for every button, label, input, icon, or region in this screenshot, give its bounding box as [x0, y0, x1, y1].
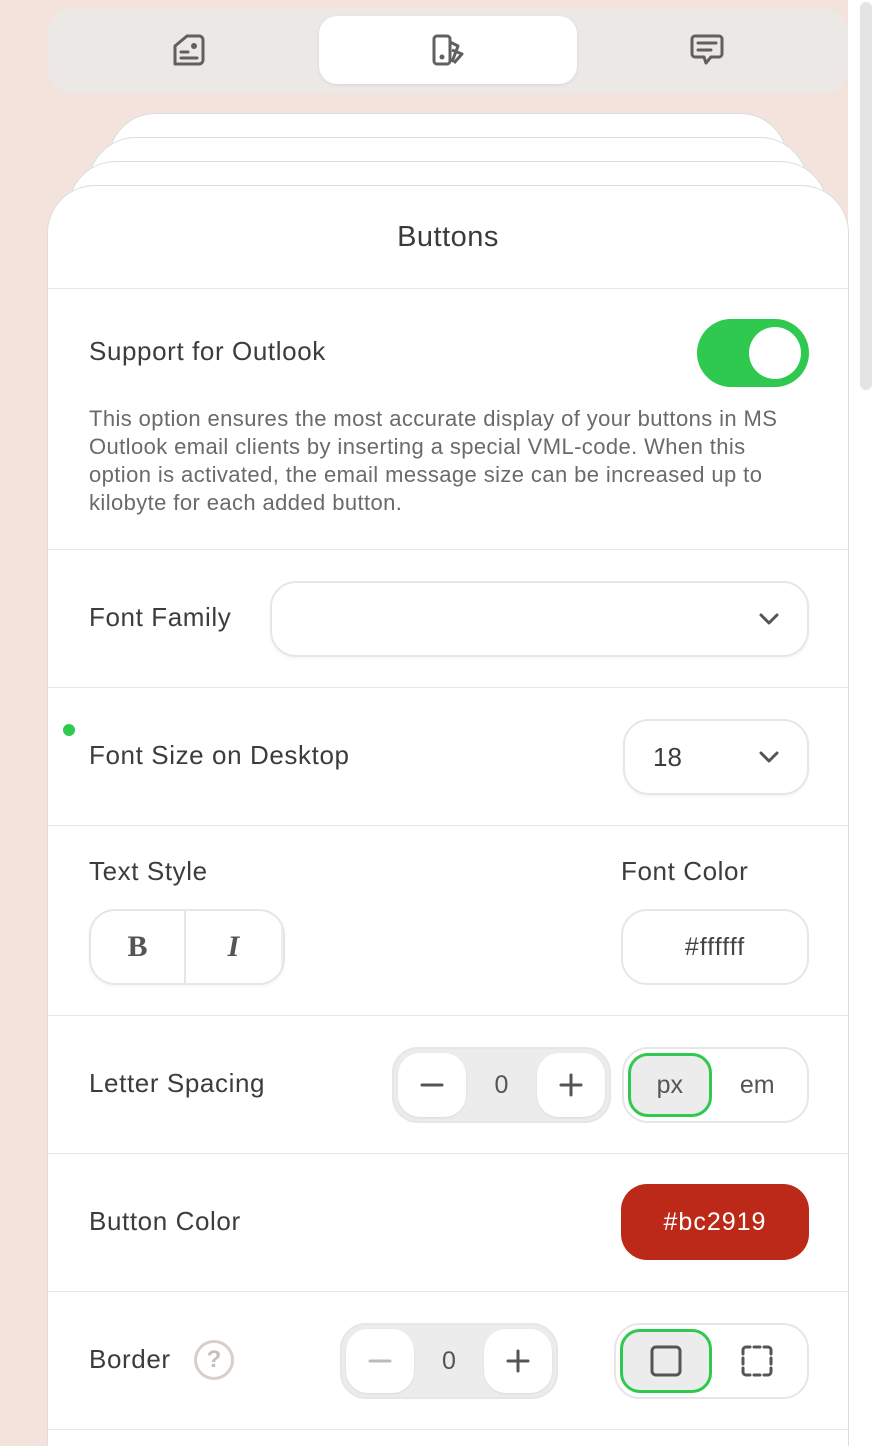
buttons-settings-panel: Buttons Support for Outlook This option …: [47, 185, 849, 1446]
plus-icon: [559, 1073, 583, 1097]
page: Buttons Support for Outlook This option …: [0, 0, 878, 1446]
minus-icon: [368, 1359, 392, 1363]
letter-spacing-label: Letter Spacing: [89, 1068, 266, 1098]
appearance-icon: [432, 34, 464, 66]
border-value[interactable]: 0: [414, 1347, 484, 1376]
divider: [48, 1153, 848, 1154]
divider: [48, 1429, 848, 1430]
help-icon[interactable]: ?: [194, 1340, 234, 1380]
border-all-sides-option[interactable]: [620, 1329, 712, 1393]
unit-px-option[interactable]: px: [628, 1053, 712, 1117]
font-size-label: Font Size on Desktop: [89, 740, 350, 770]
font-color-label: Font Color: [621, 856, 749, 886]
chat-icon: [690, 34, 724, 65]
divider: [48, 687, 848, 688]
increase-button[interactable]: [537, 1053, 605, 1117]
toggle-knob: [749, 327, 801, 379]
tab-appearance[interactable]: [319, 16, 577, 84]
button-color-label: Button Color: [89, 1206, 241, 1236]
outlook-support-label: Support for Outlook: [89, 336, 326, 366]
outlook-support-description: This option ensures the most accurate di…: [89, 406, 778, 515]
letter-spacing-value[interactable]: 0: [466, 1071, 537, 1100]
font-family-select[interactable]: [270, 581, 809, 657]
chevron-down-icon: [759, 751, 779, 763]
font-family-label: Font Family: [89, 602, 232, 632]
border-stepper: 0: [340, 1323, 558, 1399]
letter-spacing-stepper: 0: [392, 1047, 611, 1123]
decrease-button[interactable]: [346, 1329, 414, 1393]
scrollbar-thumb[interactable]: [860, 2, 872, 390]
divider: [48, 825, 848, 826]
italic-button[interactable]: I: [186, 911, 281, 983]
divider: [48, 1015, 848, 1016]
chevron-down-icon: [759, 613, 779, 625]
divider: [48, 1291, 848, 1292]
border-all-icon: [650, 1345, 682, 1377]
bold-button[interactable]: B: [91, 911, 186, 983]
minus-icon: [420, 1083, 444, 1087]
font-size-value: 18: [653, 741, 682, 772]
increase-button[interactable]: [484, 1329, 552, 1393]
font-color-picker[interactable]: #ffffff: [621, 909, 809, 985]
decrease-button[interactable]: [398, 1053, 466, 1117]
border-sides-icon: [741, 1345, 773, 1377]
tab-chat[interactable]: [578, 16, 836, 84]
border-label: Border: [89, 1344, 171, 1374]
border-separate-sides-option[interactable]: [712, 1329, 803, 1393]
tab-content-blocks[interactable]: [60, 16, 318, 84]
modified-indicator-dot: [63, 724, 75, 736]
plus-icon: [506, 1349, 530, 1373]
text-style-label: Text Style: [89, 856, 208, 886]
font-size-select[interactable]: 18: [623, 719, 809, 795]
letter-spacing-unit-toggle: px em: [622, 1047, 809, 1123]
tab-bar: [48, 8, 848, 94]
button-color-picker[interactable]: #bc2919: [621, 1184, 809, 1260]
divider: [48, 288, 848, 289]
content-blocks-icon: [173, 34, 205, 66]
panel-title: Buttons: [397, 220, 499, 253]
border-mode-toggle: [614, 1323, 809, 1399]
unit-em-option[interactable]: em: [712, 1053, 803, 1117]
divider: [48, 549, 848, 550]
text-style-group: B I: [89, 909, 285, 985]
outlook-support-toggle[interactable]: [697, 319, 809, 387]
